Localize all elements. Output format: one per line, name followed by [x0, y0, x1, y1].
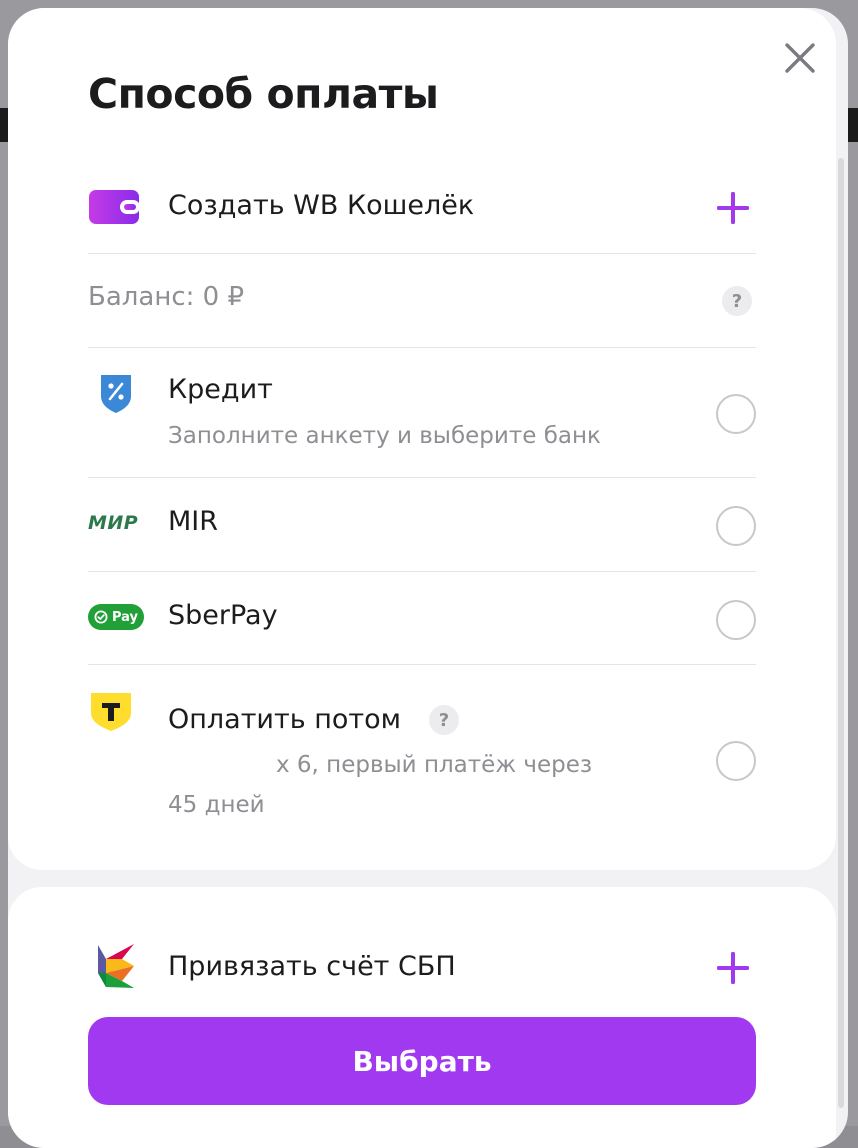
installment-terms: х 6, первый платёж через	[276, 752, 593, 778]
method-credit-row[interactable]: Кредит Заполните анкету и выберите банк	[88, 368, 756, 468]
scrollbar-thumb[interactable]	[838, 158, 844, 1108]
tbank-logo-icon	[91, 693, 131, 731]
method-label: SberPay	[168, 600, 278, 631]
plus-icon[interactable]	[716, 191, 750, 225]
method-subtitle: Заполните анкету и выберите банк	[168, 423, 601, 449]
sberpay-radio[interactable]	[716, 600, 756, 640]
wallet-icon	[89, 190, 140, 224]
sberpay-logo-icon: Pay	[88, 604, 144, 630]
payment-methods-card: Способ оплаты Создать WB Кошелёк Баланс:…	[8, 8, 836, 870]
plus-icon[interactable]	[716, 951, 750, 985]
close-icon[interactable]	[780, 38, 820, 78]
create-wallet-label: Создать WB Кошелёк	[168, 190, 475, 221]
sberpay-logo-text: Pay	[111, 609, 139, 625]
mir-logo-icon: МИР	[88, 512, 139, 534]
divider	[88, 571, 756, 572]
pay-later-radio[interactable]	[716, 741, 756, 781]
mir-radio[interactable]	[716, 506, 756, 546]
divider	[88, 347, 756, 348]
divider	[88, 253, 756, 254]
balance-label: Баланс: 0 ₽	[88, 282, 244, 312]
select-button[interactable]: Выбрать	[88, 1017, 756, 1105]
payment-method-modal: Способ оплаты Создать WB Кошелёк Баланс:…	[8, 8, 848, 1148]
link-sbp-row[interactable]: Привязать счёт СБП	[88, 935, 756, 999]
method-label: Кредит	[168, 374, 273, 405]
method-sberpay-row[interactable]: Pay SberPay	[88, 592, 756, 648]
method-label: MIR	[168, 506, 219, 537]
sber-check-icon	[94, 610, 108, 624]
modal-title: Способ оплаты	[88, 70, 439, 118]
method-mir-row[interactable]: МИР MIR	[88, 498, 756, 554]
create-wallet-row[interactable]: Создать WB Кошелёк	[88, 178, 756, 238]
help-icon[interactable]: ?	[722, 286, 752, 316]
wallet-balance-row: Баланс: 0 ₽ ?	[88, 278, 756, 322]
help-icon[interactable]: ?	[429, 705, 459, 735]
method-pay-later-row[interactable]: Оплатить потом ? х 6, первый платёж чере…	[88, 684, 756, 824]
method-label: Оплатить потом	[168, 704, 401, 735]
credit-radio[interactable]	[716, 394, 756, 434]
installment-delay: 45 дней	[168, 792, 265, 818]
link-sbp-label: Привязать счёт СБП	[168, 951, 456, 982]
scrollbar[interactable]	[836, 158, 848, 1108]
divider	[88, 477, 756, 478]
sbp-logo-icon	[98, 944, 134, 988]
credit-shield-icon	[101, 375, 131, 413]
divider	[88, 664, 756, 665]
